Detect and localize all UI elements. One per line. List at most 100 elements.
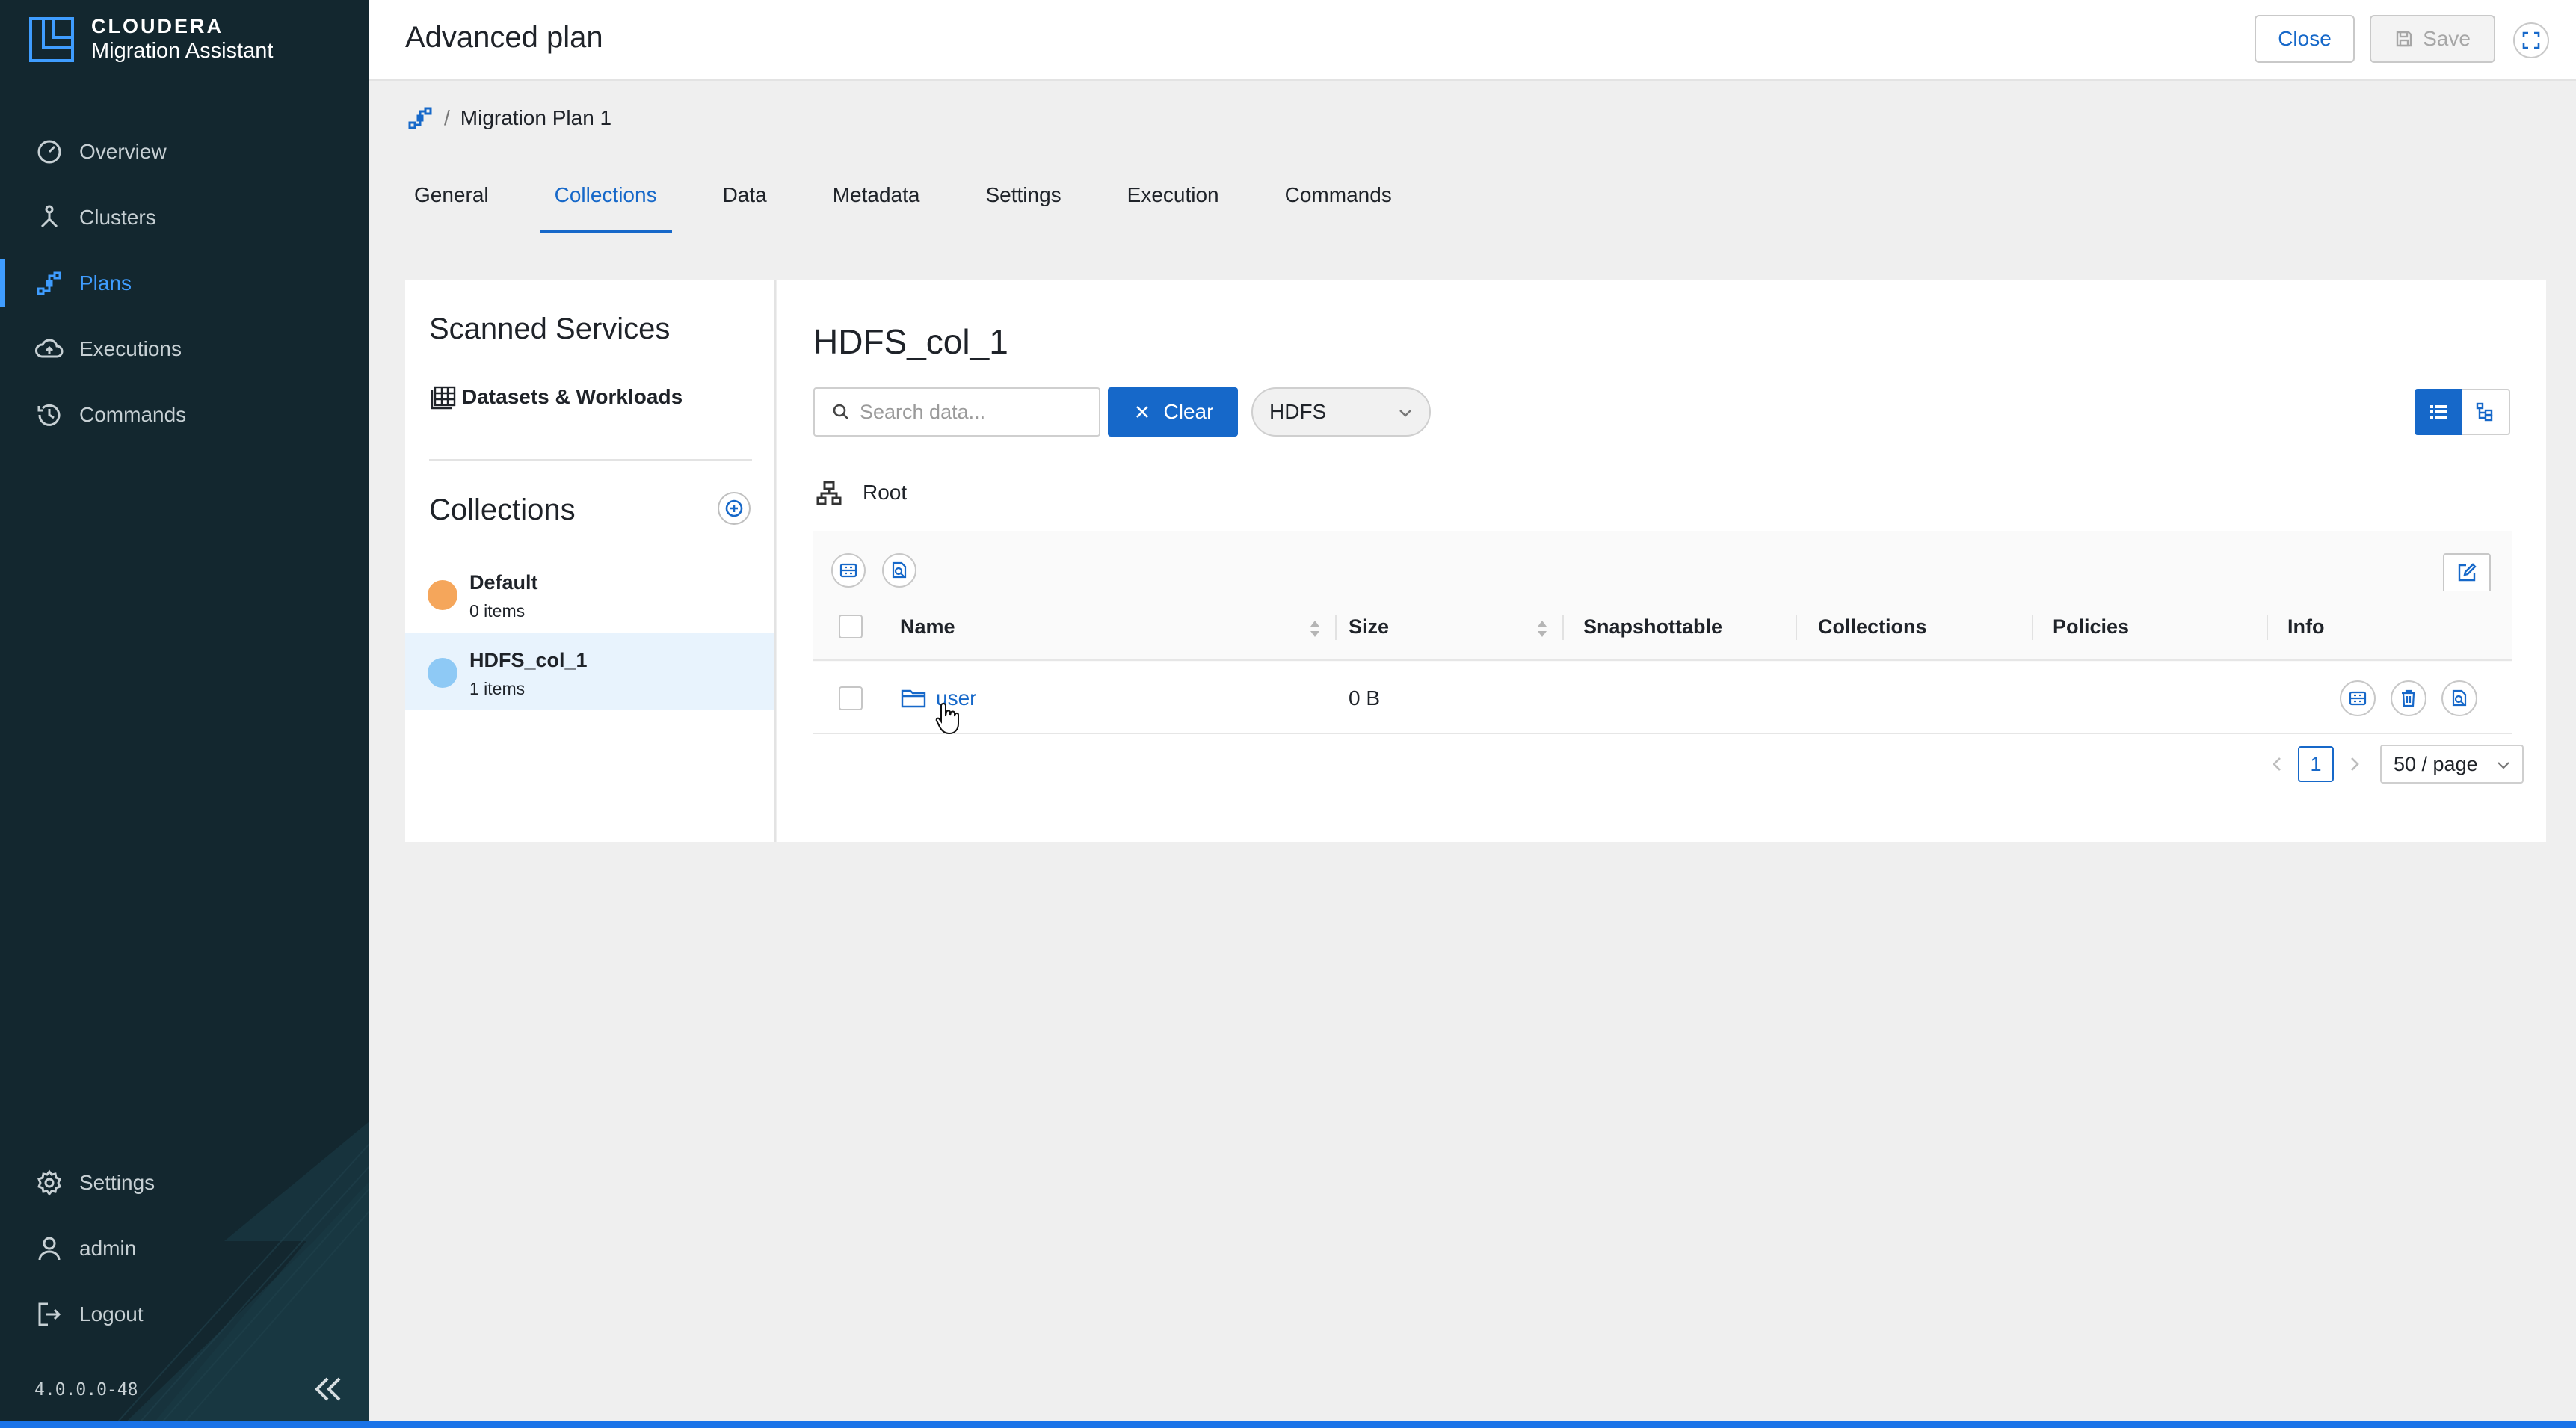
sidebar-item-logout[interactable]: Logout bbox=[0, 1281, 369, 1347]
add-to-collection-icon bbox=[2349, 691, 2367, 706]
page-size-select[interactable]: 50 / page bbox=[2380, 745, 2524, 784]
collection-color-dot bbox=[428, 580, 457, 610]
fullscreen-button[interactable] bbox=[2513, 22, 2549, 58]
logout-icon bbox=[38, 1302, 61, 1326]
sort-icon[interactable] bbox=[1308, 619, 1322, 638]
plan-icon bbox=[37, 271, 61, 295]
service-select[interactable]: HDFS bbox=[1251, 387, 1431, 437]
cloudera-logo-icon bbox=[29, 17, 74, 62]
row-delete-button[interactable] bbox=[2391, 680, 2426, 716]
plan-icon[interactable] bbox=[407, 105, 434, 132]
root-label: Root bbox=[863, 481, 908, 504]
sidebar-item-executions[interactable]: Executions bbox=[0, 316, 369, 382]
folder-icon bbox=[901, 689, 926, 708]
sidebar-item-admin[interactable]: admin bbox=[0, 1216, 369, 1281]
column-header-name: Name bbox=[900, 615, 955, 638]
tab-settings[interactable]: Settings bbox=[970, 178, 1076, 233]
column-header-policies: Policies bbox=[2053, 615, 2130, 638]
column-header-snapshottable: Snapshottable bbox=[1583, 615, 1723, 638]
save-button[interactable]: Save bbox=[2370, 15, 2495, 63]
collection-count: 1 items bbox=[469, 679, 526, 698]
column-separator bbox=[1562, 615, 1564, 640]
datasets-label: Datasets & Workloads bbox=[462, 385, 683, 408]
table-header: Name Size Snapshottable Collections Poli… bbox=[813, 594, 2512, 661]
column-header-info: Info bbox=[2287, 615, 2325, 638]
clear-label: Clear bbox=[1163, 400, 1214, 423]
edit-columns-button[interactable] bbox=[2443, 553, 2491, 591]
add-collection-button[interactable] bbox=[718, 492, 751, 525]
page-title: Advanced plan bbox=[405, 21, 603, 54]
collection-count: 0 items bbox=[469, 601, 526, 621]
column-separator bbox=[2267, 615, 2268, 640]
brand-name: CLOUDERA bbox=[91, 15, 224, 37]
sidebar-item-label: Settings bbox=[79, 1171, 155, 1194]
table-grid-icon bbox=[431, 386, 456, 410]
collections-panel: Scanned Services Datasets & Workloads Co… bbox=[405, 280, 776, 842]
chevron-left-icon[interactable] bbox=[2265, 751, 2290, 777]
sidebar-item-label: Commands bbox=[79, 403, 187, 426]
cloud-upload-icon bbox=[35, 339, 64, 358]
product-name: Migration Assistant bbox=[91, 39, 274, 63]
bulk-inspect-button[interactable] bbox=[882, 553, 916, 588]
tab-general[interactable]: General bbox=[399, 178, 504, 233]
user-icon bbox=[38, 1237, 61, 1261]
sidebar-item-clusters[interactable]: Clusters bbox=[0, 185, 369, 250]
app-version: 4.0.0.0-48 bbox=[34, 1380, 138, 1400]
tab-metadata[interactable]: Metadata bbox=[818, 178, 935, 233]
collection-item-default[interactable]: Default 0 items bbox=[405, 555, 774, 633]
list-icon bbox=[2430, 405, 2447, 419]
list-view-button[interactable] bbox=[2415, 389, 2462, 435]
search-box bbox=[813, 387, 1100, 437]
gear-icon bbox=[37, 1169, 61, 1196]
bulk-add-button[interactable] bbox=[831, 553, 866, 588]
app-logo[interactable]: CLOUDERA Migration Assistant bbox=[28, 15, 273, 64]
sidebar-item-label: Plans bbox=[79, 271, 132, 295]
cluster-icon bbox=[40, 205, 58, 228]
save-icon bbox=[2396, 31, 2412, 47]
add-to-collection-icon bbox=[839, 563, 857, 578]
hand-pointer-icon bbox=[935, 702, 959, 735]
row-inspect-button[interactable] bbox=[2441, 680, 2477, 716]
expand-icon bbox=[2522, 31, 2540, 49]
top-header: Advanced plan Close Save bbox=[369, 0, 2576, 81]
sidebar-item-commands[interactable]: Commands bbox=[0, 382, 369, 448]
breadcrumb: / Migration Plan 1 bbox=[407, 105, 611, 132]
root-node[interactable]: Root bbox=[816, 480, 907, 505]
table-row[interactable]: user 0 B bbox=[813, 662, 2512, 734]
tab-collections[interactable]: Collections bbox=[539, 178, 672, 233]
chevron-right-icon[interactable] bbox=[2341, 751, 2367, 777]
main-nav: Overview Clusters Plans Executions Comma… bbox=[0, 119, 369, 448]
plus-circle-icon bbox=[725, 499, 743, 517]
chevron-down-icon bbox=[1399, 410, 1411, 417]
sidebar-item-overview[interactable]: Overview bbox=[0, 119, 369, 185]
collection-item-hdfs-col-1[interactable]: HDFS_col_1 1 items bbox=[405, 633, 774, 710]
collection-name: HDFS_col_1 bbox=[469, 649, 588, 671]
search-input[interactable] bbox=[860, 400, 1084, 424]
sidebar-item-settings[interactable]: Settings bbox=[0, 1150, 369, 1216]
tab-data[interactable]: Data bbox=[708, 178, 782, 233]
file-search-icon bbox=[892, 561, 907, 579]
collapse-sidebar-icon[interactable] bbox=[309, 1373, 347, 1406]
clear-button[interactable]: Clear bbox=[1108, 387, 1238, 437]
close-button[interactable]: Close bbox=[2255, 15, 2355, 63]
tab-execution[interactable]: Execution bbox=[1112, 178, 1234, 233]
service-select-value: HDFS bbox=[1269, 400, 1327, 423]
tree-view-button[interactable] bbox=[2462, 389, 2510, 435]
page-number[interactable]: 1 bbox=[2298, 746, 2334, 782]
datasets-workloads-link[interactable]: Datasets & Workloads bbox=[429, 383, 682, 411]
column-separator bbox=[1796, 615, 1797, 640]
sidebar-item-plans[interactable]: Plans bbox=[0, 250, 369, 316]
row-add-button[interactable] bbox=[2340, 680, 2376, 716]
search-icon bbox=[833, 404, 848, 419]
sidebar-item-label: Executions bbox=[79, 337, 182, 360]
hierarchy-icon bbox=[816, 481, 842, 505]
tab-commands[interactable]: Commands bbox=[1270, 178, 1407, 233]
select-all-checkbox[interactable] bbox=[839, 615, 863, 638]
view-toggle bbox=[2415, 389, 2510, 435]
breadcrumb-current: Migration Plan 1 bbox=[460, 106, 612, 129]
close-icon bbox=[1136, 406, 1148, 418]
collection-title: HDFS_col_1 bbox=[813, 322, 1008, 361]
sort-icon[interactable] bbox=[1535, 619, 1549, 638]
breadcrumb-separator: / bbox=[444, 106, 450, 129]
row-checkbox[interactable] bbox=[839, 686, 863, 710]
